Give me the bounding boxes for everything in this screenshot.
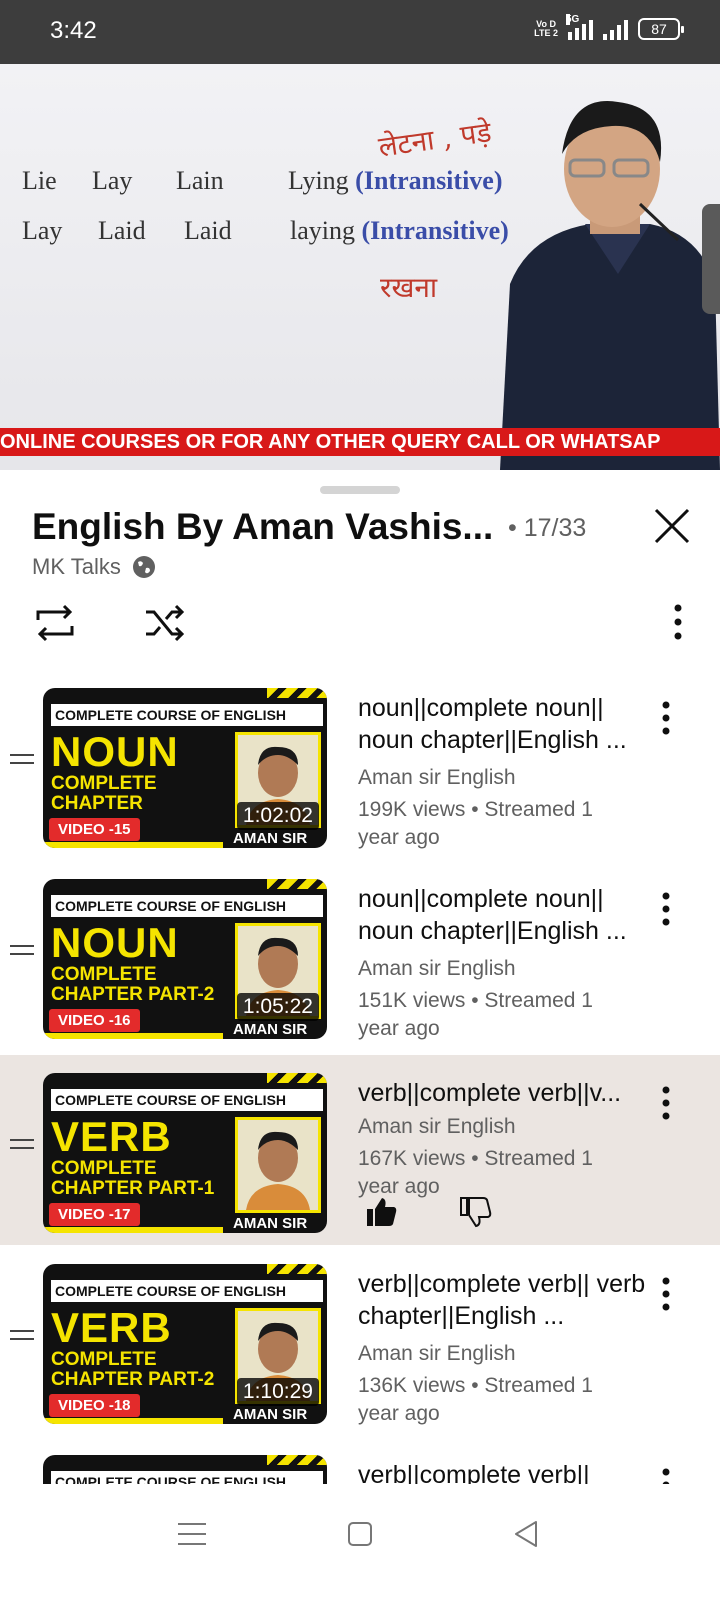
reorder-handle-icon[interactable] [10, 1139, 34, 1155]
menu-icon[interactable] [172, 1514, 212, 1554]
status-icons: Vo D LTE 2 5G 87 [534, 14, 684, 40]
ticker-banner: ONLINE COURSES OR FOR ANY OTHER QUERY CA… [0, 428, 720, 456]
close-icon[interactable] [650, 504, 694, 548]
video-thumbnail[interactable]: COMPLETE COURSE OF ENGLISH VERB COMPLETE… [43, 1264, 327, 1424]
playlist-panel: English By Aman Vashis... • 17/33 MK Tal… [0, 470, 720, 1540]
playlist-position: • 17/33 [508, 514, 587, 542]
video-meta: 151K views • Streamed 1 year ago [358, 989, 593, 1040]
more-vert-icon[interactable] [670, 602, 686, 642]
video-title[interactable]: noun||complete noun|| noun chapter||Engl… [358, 883, 648, 947]
more-vert-icon[interactable] [658, 700, 674, 736]
video-channel: Aman sir English [358, 1342, 516, 1365]
side-toolbar [702, 204, 720, 314]
video-channel: Aman sir English [358, 1115, 516, 1138]
board-hindi-top: लेटना , पड़े [376, 115, 494, 164]
signal-5g-icon: 5G [566, 14, 593, 40]
signal-icon [603, 18, 628, 40]
more-vert-icon[interactable] [658, 891, 674, 927]
status-bar: 3:42 Vo D LTE 2 5G 87 [0, 0, 720, 64]
reorder-handle-icon[interactable] [10, 1330, 34, 1346]
duration-badge: 1:10:29 [236, 1378, 319, 1406]
home-icon[interactable] [340, 1514, 380, 1554]
loop-icon[interactable] [32, 600, 78, 646]
globe-icon [132, 556, 155, 578]
playlist-item[interactable]: COMPLETE COURSE OF ENGLISH NOUN COMPLETE… [0, 861, 720, 1051]
video-meta: 199K views • Streamed 1 year ago [358, 798, 593, 849]
playlist-item[interactable]: COMPLETE COURSE OF ENGLISH VERB COMPLETE… [0, 1246, 720, 1436]
more-vert-icon[interactable] [658, 1276, 674, 1312]
video-meta: 136K views • Streamed 1 year ago [358, 1374, 593, 1425]
playlist-channel[interactable]: MK Talks [32, 554, 157, 580]
video-thumbnail[interactable]: COMPLETE COURSE OF ENGLISH NOUN COMPLETE… [43, 879, 327, 1039]
playlist-item[interactable]: COMPLETE COURSE OF ENGLISH NOUN COMPLETE… [0, 670, 720, 860]
board-hindi-bottom: रखना [380, 271, 438, 304]
shuffle-icon[interactable] [142, 600, 188, 646]
duration-badge: 1:02:02 [236, 802, 319, 830]
thumbs-down-icon[interactable] [458, 1195, 492, 1229]
presenter-photo [235, 1117, 321, 1213]
video-meta: 167K views • Streamed 1 year ago [358, 1147, 593, 1198]
system-nav-bar [0, 1484, 720, 1612]
video-channel: Aman sir English [358, 766, 516, 789]
video-title[interactable]: verb||complete verb||v... [358, 1077, 648, 1109]
teacher-figure [500, 101, 720, 470]
volte-indicator: Vo D LTE 2 [534, 19, 558, 38]
reorder-handle-icon[interactable] [10, 754, 34, 770]
back-icon[interactable] [506, 1514, 546, 1554]
video-thumbnail[interactable]: COMPLETE COURSE OF ENGLISH NOUN COMPLETE… [43, 688, 327, 848]
more-vert-icon[interactable] [658, 1085, 674, 1121]
video-title[interactable]: verb||complete verb|| verb chapter||Engl… [358, 1268, 648, 1332]
reorder-handle-icon[interactable] [10, 945, 34, 961]
video-channel: Aman sir English [358, 957, 516, 980]
duration-badge: 1:05:22 [236, 993, 319, 1021]
battery-icon: 87 [638, 18, 684, 40]
drag-handle[interactable] [320, 486, 400, 494]
thumbs-up-icon[interactable] [364, 1195, 398, 1229]
video-thumbnail[interactable]: COMPLETE COURSE OF ENGLISH VERB COMPLETE… [43, 1073, 327, 1233]
video-player[interactable]: लेटना , पड़े Lie Lay Lain Lying (Intrans… [0, 64, 720, 470]
video-title[interactable]: noun||complete noun|| noun chapter||Engl… [358, 692, 648, 756]
playlist-item-current[interactable]: COMPLETE COURSE OF ENGLISH VERB COMPLETE… [0, 1055, 720, 1245]
playlist-title: English By Aman Vashis... [32, 506, 494, 547]
status-time: 3:42 [50, 17, 97, 44]
